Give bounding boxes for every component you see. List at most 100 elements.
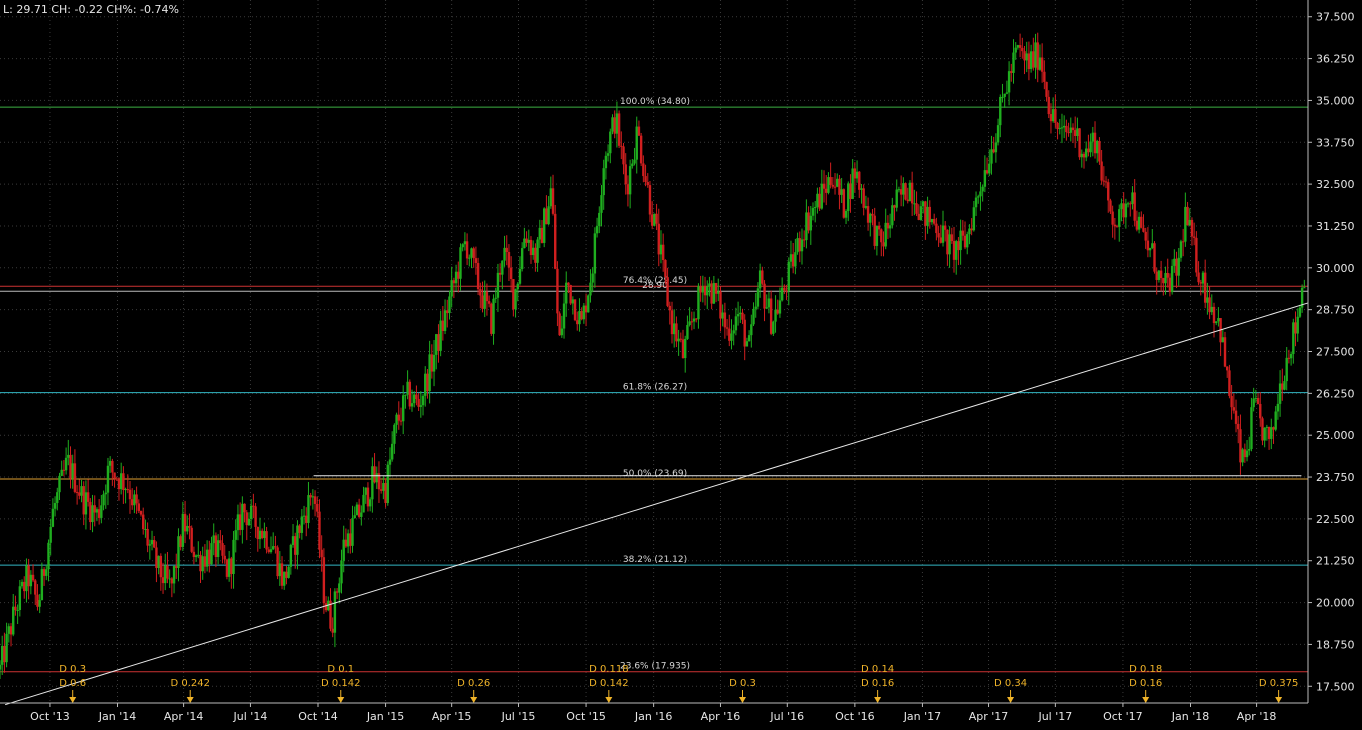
candle-body	[866, 206, 870, 223]
candle-body	[1140, 216, 1143, 228]
candle-body	[159, 555, 163, 578]
candle-body	[421, 395, 425, 406]
candle-body	[1239, 429, 1242, 463]
candle-body	[1087, 148, 1090, 153]
candle-body	[778, 300, 782, 314]
candle-body	[249, 505, 253, 519]
candle-body	[296, 525, 299, 555]
candle-body	[688, 321, 691, 326]
candle-body	[567, 282, 570, 285]
y-tick-label: 21.250	[1316, 555, 1355, 568]
candle-body	[386, 464, 389, 504]
candle-body	[897, 189, 901, 191]
candle-body	[1054, 109, 1057, 123]
candle-body	[443, 310, 447, 332]
candlestick-chart[interactable]: 100.0% (34.80)76.4% (29.45)61.8% (26.27)…	[0, 0, 1362, 730]
candle-body	[690, 321, 694, 323]
candle-body	[928, 206, 931, 223]
dividend-arrow	[1275, 697, 1283, 703]
candle-body	[1115, 226, 1119, 228]
candle-body	[591, 273, 594, 283]
candle-body	[833, 186, 837, 188]
candle-body	[1214, 321, 1218, 324]
candle-body	[565, 282, 568, 304]
candle-body	[183, 513, 187, 532]
candle-body	[613, 117, 616, 134]
candle-body	[144, 528, 147, 530]
candle-body	[459, 247, 462, 279]
candle-body	[518, 268, 522, 284]
candle-body	[1272, 427, 1275, 430]
candle-body	[1051, 109, 1055, 122]
candle-body	[895, 189, 898, 208]
candle-body	[851, 168, 854, 199]
candle-body	[1159, 270, 1163, 279]
candle-body	[1179, 241, 1183, 258]
candle-body	[1036, 42, 1039, 70]
candle-body	[234, 530, 237, 540]
candle-body	[474, 258, 478, 264]
candle-body	[648, 185, 652, 215]
y-tick-label: 23.750	[1316, 471, 1355, 484]
candle-body	[509, 267, 513, 280]
x-tick-label: Oct '15	[566, 710, 606, 723]
candle-body	[1142, 227, 1145, 232]
candle-body	[208, 549, 211, 565]
candle-body	[122, 473, 125, 491]
candle-body	[289, 544, 293, 567]
candle-body	[855, 171, 859, 179]
candle-body	[624, 164, 627, 185]
candle-body	[858, 171, 861, 190]
candle-body	[1126, 203, 1130, 205]
candle-body	[1071, 127, 1075, 131]
candle-body	[545, 208, 548, 225]
candle-body	[47, 542, 50, 570]
candle-body	[732, 330, 735, 334]
candle-body	[135, 494, 138, 504]
candle-body	[161, 577, 165, 584]
y-tick-label: 36.250	[1316, 53, 1355, 66]
y-tick-label: 26.250	[1316, 387, 1355, 400]
candle-body	[252, 505, 255, 507]
candle-body	[593, 233, 597, 274]
candle-body	[571, 299, 575, 304]
candle-body	[730, 333, 733, 341]
candle-body	[783, 287, 786, 291]
candle-body	[49, 526, 52, 543]
candle-body	[1122, 203, 1125, 218]
candle-body	[1164, 272, 1167, 284]
candle-body	[294, 536, 297, 555]
candle-body	[977, 196, 980, 198]
candle-body	[527, 239, 530, 243]
candle-body	[1197, 272, 1200, 283]
candle-body	[232, 539, 235, 574]
candle-body	[950, 234, 954, 242]
candle-body	[1173, 258, 1176, 266]
candle-body	[750, 324, 753, 336]
candle-body	[1010, 71, 1013, 73]
candle-body	[1023, 51, 1026, 61]
candle-body	[1281, 383, 1284, 390]
dividend-label: D 0.375	[1259, 678, 1299, 689]
candle-body	[355, 504, 359, 516]
candle-body	[1162, 278, 1165, 284]
candle-body	[346, 533, 350, 547]
candle-body	[1261, 418, 1264, 441]
candle-body	[1283, 381, 1286, 390]
candle-body	[115, 478, 118, 480]
candle-body	[1298, 307, 1302, 317]
candle-body	[622, 146, 625, 165]
candle-body	[406, 381, 409, 395]
y-tick-label: 25.000	[1316, 429, 1355, 442]
candle-body	[137, 503, 141, 511]
x-tick-label: Jan '14	[98, 710, 136, 723]
candle-body	[344, 539, 348, 547]
candle-body	[554, 213, 557, 269]
candle-body	[767, 298, 771, 308]
candle-body	[91, 505, 94, 523]
candle-body	[1265, 426, 1269, 428]
candle-body	[840, 189, 843, 195]
candle-body	[86, 492, 90, 502]
candle-body	[560, 328, 564, 336]
candle-body	[494, 297, 497, 299]
